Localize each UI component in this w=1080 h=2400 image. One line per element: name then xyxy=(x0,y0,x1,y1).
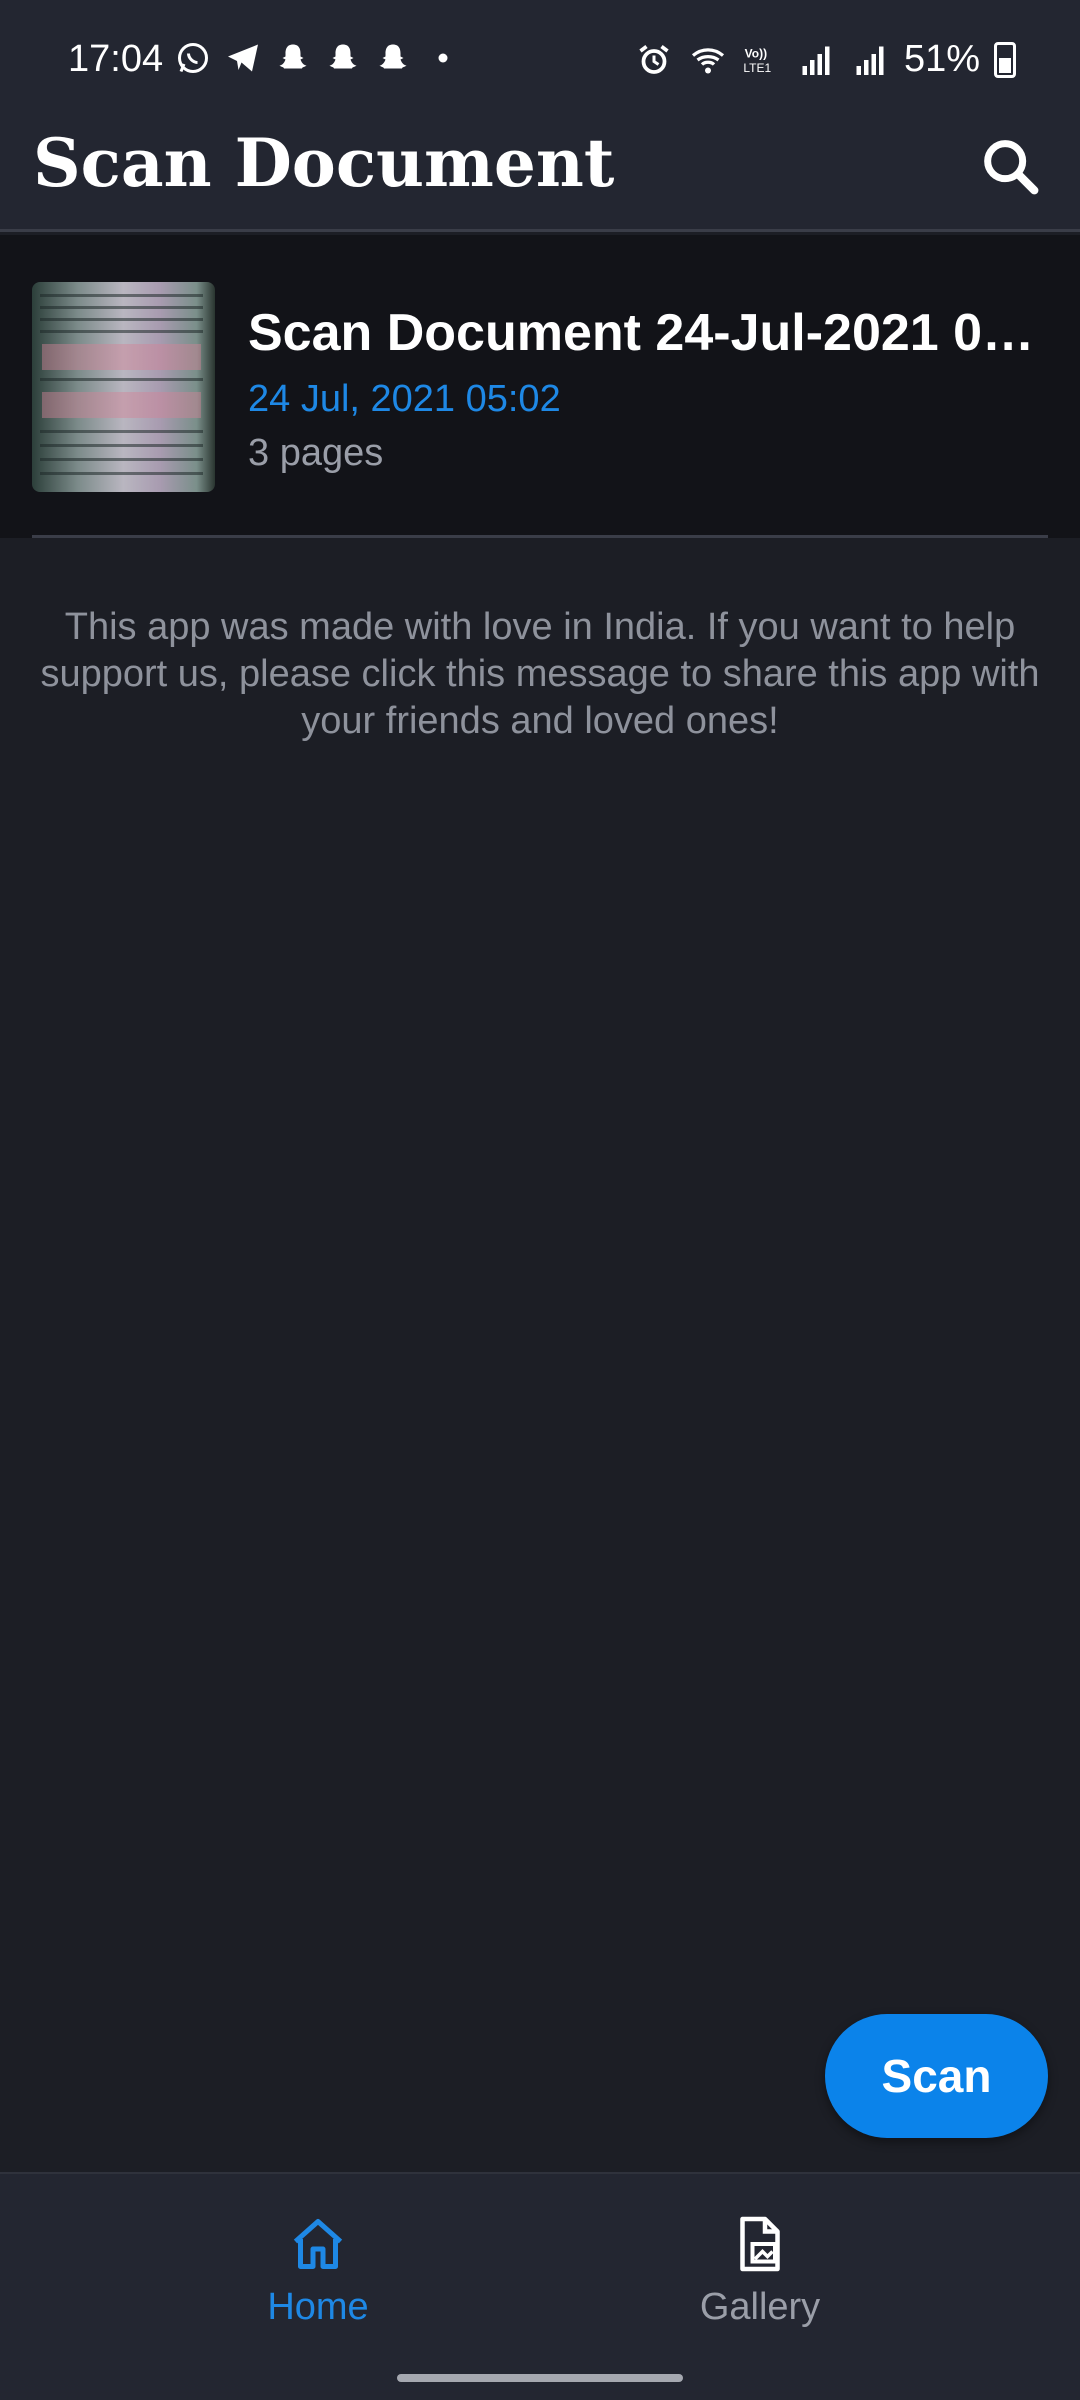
battery-percent: 51% xyxy=(903,38,980,80)
support-share-message[interactable]: This app was made with love in India. If… xyxy=(40,604,1040,745)
battery-charging-icon xyxy=(994,41,1016,78)
document-thumbnail xyxy=(32,282,215,492)
status-bar: 17:04 Vo)) LTE1 51% xyxy=(0,0,1080,120)
whatsapp-icon xyxy=(175,40,211,76)
nav-item-home[interactable]: Home xyxy=(168,2214,468,2329)
wifi-icon xyxy=(691,47,724,73)
svg-text:Vo)): Vo)) xyxy=(745,46,767,60)
search-icon[interactable] xyxy=(976,132,1046,202)
signal-icon xyxy=(856,46,884,75)
svg-text:LTE1: LTE1 xyxy=(743,61,771,75)
volte-icon: Vo))LTE1 xyxy=(743,46,771,75)
app-bar: Scan Document xyxy=(0,120,1080,232)
gesture-bar[interactable] xyxy=(397,2374,683,2382)
more-dot-icon xyxy=(425,40,461,76)
document-date: 24 Jul, 2021 05:02 xyxy=(248,378,561,420)
telegram-icon xyxy=(225,40,261,76)
snapchat-icon xyxy=(325,40,361,76)
nav-item-gallery[interactable]: Gallery xyxy=(610,2214,910,2329)
divider xyxy=(32,535,1048,538)
gallery-icon xyxy=(740,2216,780,2272)
scan-button[interactable]: Scan xyxy=(825,2014,1048,2138)
snapchat-icon xyxy=(275,40,311,76)
document-list-item[interactable]: Scan Document 24-Jul-2021 05:02 24 Jul, … xyxy=(0,235,1080,538)
document-title: Scan Document 24-Jul-2021 05:02 xyxy=(248,304,1048,362)
bottom-nav: Home Gallery xyxy=(0,2172,1080,2400)
alarm-icon xyxy=(639,44,669,74)
document-pages: 3 pages xyxy=(248,432,384,474)
signal-icon xyxy=(802,46,830,75)
page-title: Scan Document xyxy=(33,124,615,202)
home-icon xyxy=(293,2219,343,2269)
nav-label-home: Home xyxy=(267,2286,369,2328)
notification-icons xyxy=(175,40,461,76)
system-icons: Vo)) LTE1 51% xyxy=(634,38,1016,81)
snapchat-icon xyxy=(375,40,411,76)
status-time: 17:04 xyxy=(68,38,164,80)
nav-label-gallery: Gallery xyxy=(699,2286,821,2328)
